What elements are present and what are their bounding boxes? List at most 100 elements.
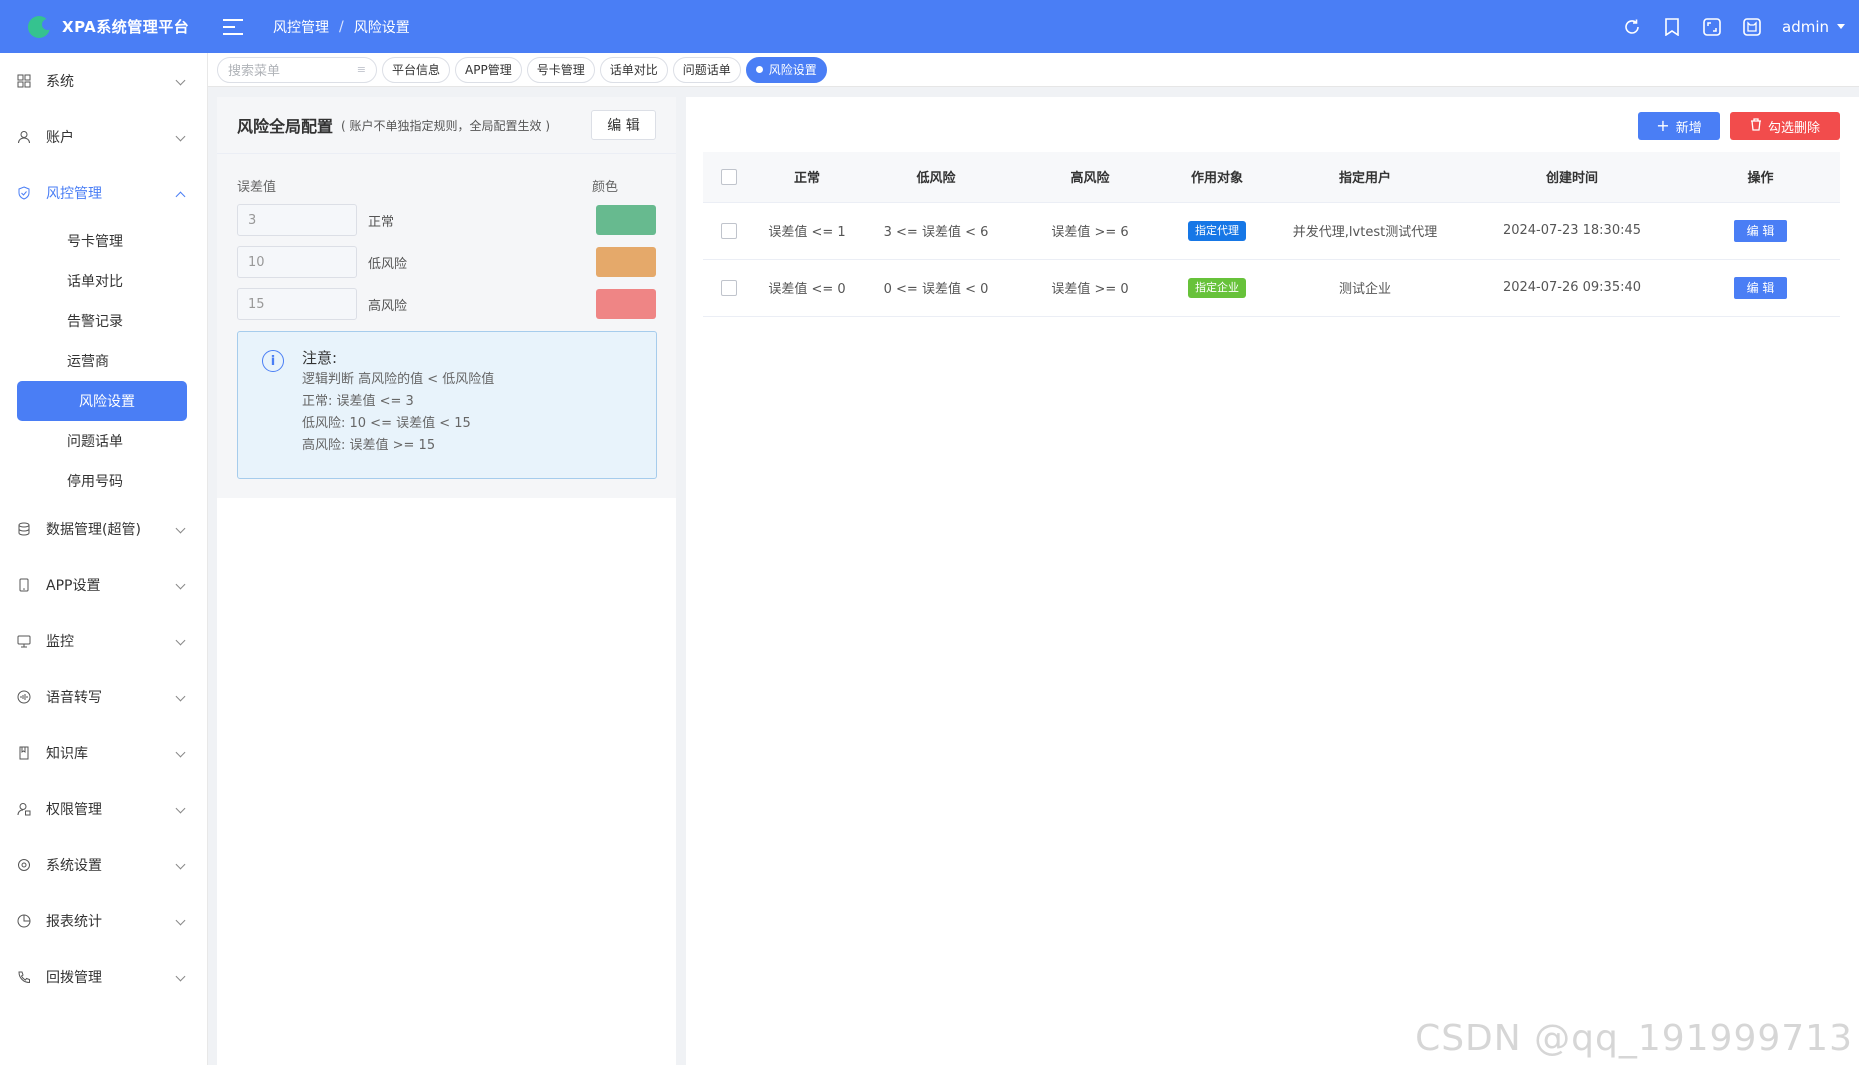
add-button[interactable]: + 新增: [1638, 112, 1720, 140]
sidebar-item-label: APP设置: [46, 578, 101, 594]
low-risk-color-swatch[interactable]: [596, 247, 656, 277]
sidebar-subitem[interactable]: 话单对比: [17, 261, 187, 301]
logo-icon: [28, 15, 53, 38]
monitor-icon: [16, 633, 32, 649]
row-label: 低风险: [368, 256, 408, 272]
caret-down-icon: [1837, 24, 1845, 29]
sidebar-item-risk-control[interactable]: 风控管理: [0, 165, 208, 221]
tabs-bar: 搜索菜单 ≡ 平台信息 APP管理 号卡管理 话单对比 问题话单 风险设置: [208, 53, 1859, 87]
tab-platform-info[interactable]: 平台信息: [382, 56, 451, 83]
target-tag: 指定代理: [1188, 220, 1246, 241]
low-risk-rule-cell: 3 <= 误差值 < 6: [859, 202, 1013, 260]
select-all-cell: [703, 152, 755, 203]
breadcrumb-item-current: 风险设置: [353, 19, 410, 36]
created-cell: 2024-07-26 09:35:40: [1463, 259, 1681, 317]
table-row: 误差值 <= 1 3 <= 误差值 < 6 误差值 >= 6 指定代理 并发代理…: [703, 202, 1840, 260]
trash-icon: [1750, 117, 1762, 135]
row-checkbox[interactable]: [721, 279, 737, 296]
config-column-labels: 误差值 颜色: [237, 176, 656, 195]
config-row-low-risk: 低风险: [237, 246, 656, 278]
high-risk-color-swatch[interactable]: [596, 289, 656, 319]
sidebar-item-voice-transcription[interactable]: 语音转写: [0, 669, 208, 725]
pie-chart-icon: [16, 913, 32, 929]
created-cell: 2024-07-23 18:30:45: [1463, 202, 1681, 260]
chevron-down-icon: [175, 803, 186, 814]
note-line: 正常: 误差值 <= 3: [302, 394, 414, 409]
sidebar-item-monitor[interactable]: 监控: [0, 613, 208, 669]
chevron-down-icon: [175, 523, 186, 534]
chevron-down-icon: [175, 131, 186, 142]
tab-card-management[interactable]: 号卡管理: [526, 56, 595, 83]
chevron-down-icon: [175, 579, 186, 590]
sidebar-item-data-management[interactable]: 数据管理(超管): [0, 501, 208, 557]
sidebar-item-reports[interactable]: 报表统计: [0, 893, 208, 949]
app-title: XPA系统管理平台: [62, 18, 190, 36]
sidebar-subitem-active[interactable]: 风险设置: [17, 381, 187, 421]
config-body: 误差值 颜色 正常 低风险 高风险 i 注意: 逻辑判断 高风险的值 < 低风险…: [217, 154, 676, 498]
tab-risk-settings[interactable]: 风险设置: [745, 56, 827, 83]
theme-icon[interactable]: [1742, 17, 1762, 37]
breadcrumb-item[interactable]: 风控管理: [273, 17, 329, 37]
normal-value-input[interactable]: [237, 204, 357, 236]
note-line: 低风险: 10 <= 误差值 < 15: [302, 416, 471, 431]
sidebar-subitem[interactable]: 问题话单: [17, 421, 187, 461]
col-label-color: 颜色: [591, 180, 618, 195]
sidebar-subitem[interactable]: 运营商: [17, 341, 187, 381]
list-icon: ≡: [356, 63, 366, 76]
column-header: 正常: [755, 152, 859, 203]
column-header: 作用对象: [1167, 152, 1267, 203]
sidebar-item-label: 语音转写: [46, 690, 102, 706]
sidebar-item-label: 数据管理(超管): [46, 522, 141, 538]
row-edit-button[interactable]: 编 辑: [1734, 219, 1787, 242]
database-icon: [16, 521, 32, 537]
phone-call-icon: [16, 969, 32, 985]
row-edit-button[interactable]: 编 辑: [1734, 276, 1787, 299]
fullscreen-icon[interactable]: [1702, 17, 1722, 37]
sidebar-subitem[interactable]: 号卡管理: [17, 221, 187, 261]
plus-icon: +: [1656, 116, 1670, 135]
sidebar-subitem[interactable]: 停用号码: [17, 461, 187, 501]
col-label-value: 误差值: [237, 180, 277, 195]
target-tag: 指定企业: [1188, 277, 1246, 298]
sidebar-item-system[interactable]: 系统: [0, 53, 208, 109]
bookmark-icon[interactable]: [1662, 17, 1682, 37]
normal-color-swatch[interactable]: [596, 205, 656, 235]
sidebar-item-app-settings[interactable]: APP设置: [0, 557, 208, 613]
user-lock-icon: [16, 801, 32, 817]
high-risk-rule-cell: 误差值 >= 6: [1013, 202, 1167, 260]
tab-bill-compare[interactable]: 话单对比: [599, 56, 668, 83]
sidebar-item-permissions[interactable]: 权限管理: [0, 781, 208, 837]
sidebar-item-system-settings[interactable]: 系统设置: [0, 837, 208, 893]
phone-icon: [16, 577, 32, 593]
batch-delete-button[interactable]: 勾选删除: [1730, 112, 1840, 140]
low-risk-value-input[interactable]: [237, 246, 357, 278]
sidebar-subitem[interactable]: 告警记录: [17, 301, 187, 341]
menu-search-input[interactable]: 搜索菜单 ≡: [217, 56, 377, 83]
user-menu[interactable]: admin: [1782, 18, 1845, 36]
chevron-down-icon: [175, 747, 186, 758]
delete-button-label: 勾选删除: [1767, 120, 1820, 136]
high-risk-value-input[interactable]: [237, 288, 357, 320]
column-header: 高风险: [1013, 152, 1167, 203]
sidebar-item-knowledge-base[interactable]: 知识库: [0, 725, 208, 781]
row-checkbox[interactable]: [721, 222, 737, 239]
note-line: 高风险: 误差值 >= 15: [302, 438, 436, 453]
add-button-label: 新增: [1675, 120, 1702, 136]
action-cell: 编 辑: [1681, 202, 1840, 260]
sidebar-item-label: 风控管理: [46, 186, 102, 202]
menu-toggle-icon[interactable]: [223, 18, 243, 35]
config-edit-button[interactable]: 编 辑: [591, 110, 656, 140]
search-placeholder: 搜索菜单: [228, 64, 281, 79]
tab-app-management[interactable]: APP管理: [455, 56, 522, 83]
row-label: 高风险: [368, 298, 408, 314]
breadcrumb-separator: /: [339, 18, 344, 35]
note-line: 逻辑判断 高风险的值 < 低风险值: [302, 372, 495, 387]
sidebar-item-label: 监控: [46, 634, 74, 650]
tab-problem-bills[interactable]: 问题话单: [672, 56, 741, 83]
sidebar-item-callback[interactable]: 回拨管理: [0, 949, 208, 1005]
user-name: admin: [1782, 17, 1829, 36]
refresh-icon[interactable]: [1622, 17, 1642, 37]
voice-icon: [16, 689, 32, 705]
sidebar-item-account[interactable]: 账户: [0, 109, 208, 165]
select-all-checkbox[interactable]: [721, 168, 737, 185]
